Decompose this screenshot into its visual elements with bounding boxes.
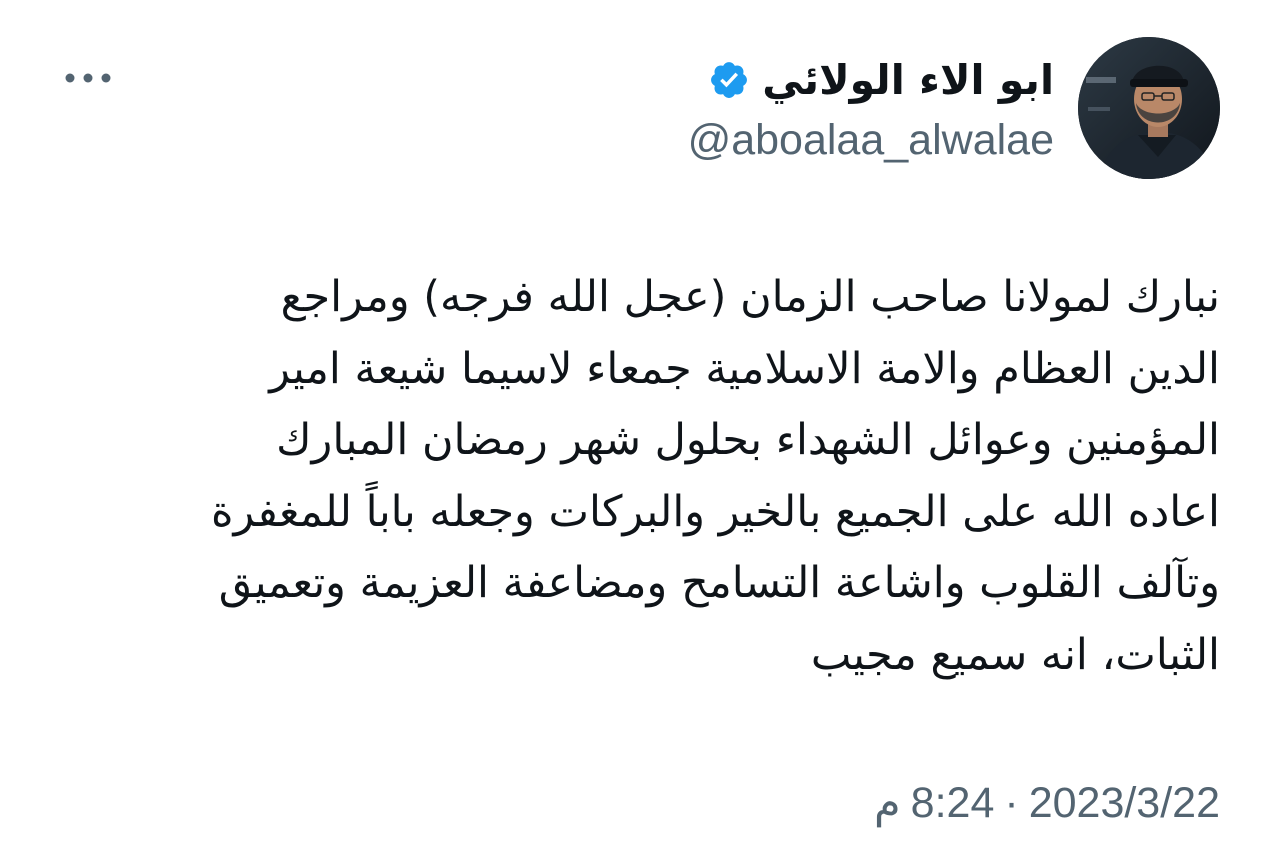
timestamp-date: 2023/3/22 xyxy=(1028,779,1220,827)
author-name-row: ابو الاء الولائي xyxy=(708,50,1054,110)
tweet-text-line: وتآلف القلوب واشاعة التسامح ومضاعفة العز… xyxy=(218,558,1220,608)
author-handle[interactable]: @aboalaa_alwalae xyxy=(688,112,1054,168)
tweet-text-line: اعاده الله على الجميع بالخير والبركات وج… xyxy=(211,486,1220,537)
author-display-name[interactable]: ابو الاء الولائي xyxy=(762,50,1054,110)
avatar[interactable] xyxy=(1078,37,1220,179)
timestamp-ampm: م xyxy=(874,779,901,827)
tweet-text-line: المؤمنين وعوائل الشهداء بحلول شهر رمضان … xyxy=(276,415,1220,465)
timestamp-time: 8:24 xyxy=(910,779,995,827)
tweet-timestamp[interactable]: م 8:24 · 2023/3/22 xyxy=(874,775,1220,831)
tweet-text-line: نبارك لمولانا صاحب الزمان (عجل الله فرجه… xyxy=(280,272,1220,322)
profile-photo xyxy=(1078,37,1220,179)
verified-badge-icon xyxy=(708,59,750,101)
tweet-text-line: الثبات، انه سميع مجيب xyxy=(810,629,1220,680)
tweet-text-line: الدين العظام والامة الاسلامية جمعاء لاسي… xyxy=(269,343,1220,394)
tweet-card: ابو الاء الولائي @aboalaa_alwalae نبارك … xyxy=(0,0,1280,863)
more-horizontal-icon[interactable] xyxy=(60,60,116,96)
timestamp-separator: · xyxy=(1004,779,1019,827)
tweet-text: نبارك لمولانا صاحب الزمان (عجل الله فرجه… xyxy=(60,262,1220,691)
